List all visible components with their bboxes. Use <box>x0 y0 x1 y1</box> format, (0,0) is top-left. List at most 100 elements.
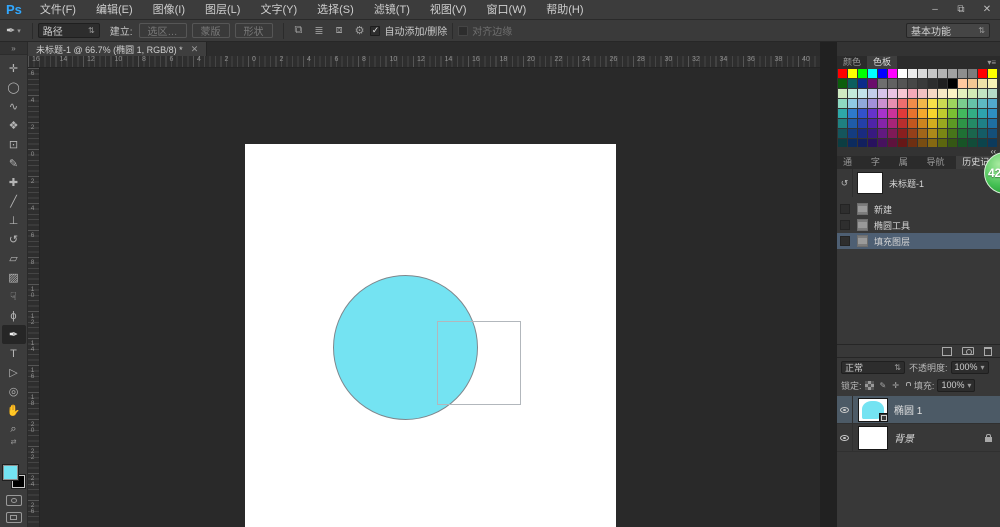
path-selection-tool[interactable]: ▷ <box>2 363 26 382</box>
color-swatch[interactable] <box>908 69 917 78</box>
color-swatch[interactable] <box>938 109 947 118</box>
color-swatch[interactable] <box>848 139 857 147</box>
new-snapshot-icon[interactable] <box>962 347 974 355</box>
zoom-tool[interactable]: ⌕ <box>2 420 26 439</box>
crop-tool[interactable]: ⊡ <box>2 135 26 154</box>
color-swatch[interactable] <box>948 129 957 138</box>
color-swatch[interactable] <box>838 129 847 138</box>
color-swatch[interactable] <box>868 109 877 118</box>
color-swatch[interactable] <box>908 129 917 138</box>
lasso-tool[interactable]: ∿ <box>2 97 26 116</box>
color-swatch[interactable] <box>898 69 907 78</box>
color-swatch[interactable] <box>858 99 867 108</box>
swatches-tab[interactable]: 色板 <box>867 56 897 69</box>
make-button[interactable]: 蒙版 <box>192 23 230 38</box>
color-swatch[interactable] <box>918 119 927 128</box>
color-swatch[interactable] <box>958 69 967 78</box>
color-swatch[interactable] <box>838 99 847 108</box>
panel-tab[interactable]: 导航器 <box>921 156 957 169</box>
layer-row[interactable]: 椭圆 1 <box>837 396 1000 424</box>
color-swatch[interactable] <box>858 139 867 147</box>
document-canvas[interactable] <box>245 144 616 527</box>
color-swatch[interactable] <box>978 99 987 108</box>
marquee-tool[interactable]: ◯ <box>2 78 26 97</box>
color-swatch[interactable] <box>898 139 907 147</box>
menu-item[interactable]: 窗口(W) <box>477 0 537 20</box>
color-swatch[interactable] <box>958 79 967 88</box>
color-swatch[interactable] <box>978 69 987 78</box>
swap-colors-icon[interactable]: ⇄ <box>0 439 27 447</box>
color-swatch[interactable] <box>958 109 967 118</box>
restore-button[interactable]: ⧉ <box>948 0 974 20</box>
color-swatch[interactable] <box>888 99 897 108</box>
color-swatch[interactable] <box>968 109 977 118</box>
color-swatch[interactable] <box>838 119 847 128</box>
color-swatch[interactable] <box>868 99 877 108</box>
color-swatch[interactable] <box>878 119 887 128</box>
color-swatch[interactable] <box>858 89 867 98</box>
color-swatch[interactable] <box>988 109 997 118</box>
color-swatch[interactable] <box>978 119 987 128</box>
color-swatch[interactable] <box>898 109 907 118</box>
tool-mode-select[interactable]: 路径 ⇅ <box>38 23 100 38</box>
menu-item[interactable]: 图像(I) <box>143 0 195 20</box>
swatches-tab[interactable]: 颜色 <box>837 56 867 69</box>
brush-tool[interactable]: ╱ <box>2 192 26 211</box>
screen-mode-button[interactable] <box>6 512 22 523</box>
color-swatch[interactable] <box>888 119 897 128</box>
color-swatch[interactable] <box>898 119 907 128</box>
color-swatch[interactable] <box>958 119 967 128</box>
quick-mask-button[interactable] <box>6 495 22 506</box>
color-swatch[interactable] <box>878 139 887 147</box>
color-swatch[interactable] <box>978 79 987 88</box>
color-swatch[interactable] <box>988 139 997 147</box>
color-swatch[interactable] <box>968 89 977 98</box>
color-swatch[interactable] <box>838 79 847 88</box>
history-brush-tool[interactable]: ↺ <box>2 230 26 249</box>
color-swatch[interactable] <box>908 79 917 88</box>
color-swatch[interactable] <box>878 99 887 108</box>
color-swatch[interactable] <box>848 129 857 138</box>
menu-item[interactable]: 滤镜(T) <box>364 0 420 20</box>
color-swatch[interactable] <box>898 89 907 98</box>
color-swatch[interactable] <box>938 79 947 88</box>
history-snapshot-row[interactable]: ↺ 未标题-1 <box>837 169 1000 197</box>
color-swatch[interactable] <box>908 109 917 118</box>
color-swatch[interactable] <box>888 69 897 78</box>
color-swatch[interactable] <box>928 129 937 138</box>
toolbar-collapse-button[interactable]: » <box>0 42 27 55</box>
color-swatch[interactable] <box>848 89 857 98</box>
color-swatch[interactable] <box>898 79 907 88</box>
panel-menu-icon[interactable]: ▾≡ <box>987 56 1000 69</box>
color-swatch[interactable] <box>868 139 877 147</box>
panel-tab[interactable]: 通道 <box>837 156 865 169</box>
shape-tool[interactable]: ◎ <box>2 382 26 401</box>
color-swatch[interactable] <box>958 139 967 147</box>
color-swatch[interactable] <box>898 129 907 138</box>
color-swatch[interactable] <box>988 79 997 88</box>
color-swatch[interactable] <box>858 109 867 118</box>
auto-add-checkbox[interactable]: ✓ <box>370 26 380 36</box>
menu-item[interactable]: 帮助(H) <box>536 0 593 20</box>
eraser-tool[interactable]: ▱ <box>2 249 26 268</box>
color-swatch[interactable] <box>848 109 857 118</box>
foreground-color-swatch[interactable] <box>3 465 18 480</box>
color-swatch[interactable] <box>988 69 997 78</box>
color-swatch[interactable] <box>928 69 937 78</box>
history-brush-source-icon[interactable]: ↺ <box>837 169 853 197</box>
color-swatch[interactable] <box>888 89 897 98</box>
move-tool[interactable]: ✛ <box>2 59 26 78</box>
rectangle-path-outline[interactable] <box>437 321 521 405</box>
gear-icon[interactable]: ⚙ <box>349 24 371 37</box>
lock-paint-icon[interactable]: ✎ <box>880 381 887 390</box>
fill-input[interactable]: 100% ▾ <box>937 379 975 392</box>
color-swatch[interactable] <box>838 109 847 118</box>
opacity-input[interactable]: 100% ▾ <box>951 361 989 374</box>
color-swatch[interactable] <box>968 69 977 78</box>
new-document-from-state-icon[interactable] <box>942 347 952 356</box>
color-swatch[interactable] <box>878 89 887 98</box>
color-swatch[interactable] <box>868 69 877 78</box>
color-swatch[interactable] <box>948 139 957 147</box>
color-swatch[interactable] <box>948 79 957 88</box>
color-swatch[interactable] <box>918 69 927 78</box>
